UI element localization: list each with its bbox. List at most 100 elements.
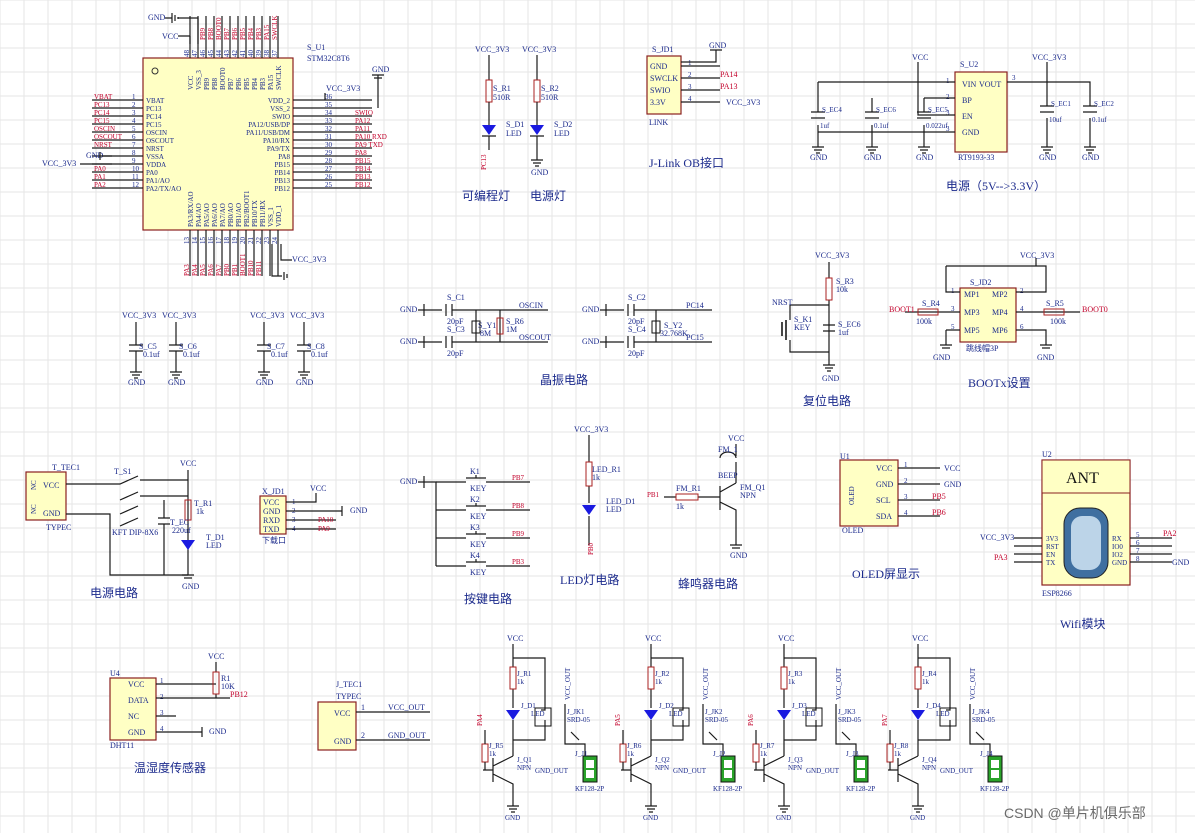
mcu-bottom-pin-num: 16 (207, 237, 215, 245)
oled-pin-num: 2 (904, 477, 908, 485)
ledd1-led (582, 505, 596, 515)
jlink-pin-name: SWIO (650, 86, 671, 95)
ttec1-ref: T_TEC1 (52, 463, 80, 472)
boot-block: VCC_3V3 S_JD2 MP11 MP2 2MP33 MP4 4MP55 MP6 6 S… (889, 251, 1108, 390)
relay-k-value: SRD-05 (567, 716, 590, 724)
wifi-vcc: VCC_3V3 (980, 533, 1014, 542)
xjd1-sub: 下载口 (262, 535, 286, 545)
relay-rb-ref: J_R5 (489, 742, 504, 750)
mcu-top-pin-name: VCC (187, 75, 195, 90)
mcu-right-pin-num: 25 (325, 181, 333, 189)
relay-terminal-slot (586, 770, 594, 778)
mcu-left-pin-num: 12 (132, 181, 140, 189)
reg-out-name: VOUT (979, 80, 1001, 89)
net-oscin: OSCIN (519, 301, 543, 310)
relay-gnd-out: GND_OUT (673, 767, 707, 775)
reg-cap-value: 0.022uf (926, 122, 948, 130)
oled-pin-net: GND (944, 480, 962, 489)
relay-r-ref: J_R2 (655, 670, 670, 678)
relay-rb-ref: J_R6 (627, 742, 642, 750)
decoup-value: 0.1uf (271, 350, 288, 359)
relay-j-ref: J_J3 (846, 750, 859, 758)
oled-pin-num: 1 (904, 461, 908, 469)
jlink-pin-name: GND (650, 62, 668, 71)
mcu-right-pin-net: PA9 TXD (355, 141, 383, 149)
ttec1-pin-gnd: GND (43, 509, 61, 518)
r4-value: 100k (916, 317, 932, 326)
d1-value: LED (506, 129, 522, 138)
uart-block: X_JD1 VCC 1GND 2RXD 3 PA10TXD 4 PA9 下载口 VCC GN… (259, 484, 368, 545)
oled-pin-net: PB6 (932, 508, 946, 517)
r5-value: 100k (1050, 317, 1066, 326)
mcu-left-pin-name: PC13 (146, 105, 162, 113)
tpower-gnd-label: GND (182, 582, 200, 591)
relay-wires (783, 644, 817, 756)
r1-value: 510R (493, 93, 511, 102)
r6-value: 1M (506, 325, 517, 334)
reset-gnd-label: GND (822, 374, 840, 383)
reg-out-net: VCC_3V3 (1032, 53, 1066, 62)
jlink-block: S_JD1 GND 1 SWCLK 2 PA14 SWIO 3 PA13 3.3V 4 VCC_3V… (646, 41, 760, 170)
wifi-block: U2 ANT 3V3RSTENTX RX 5 IO0 6 IO2 7 GND 8 ESP8266… (980, 450, 1190, 631)
reg-cap-ref: S_EC6 (876, 106, 896, 114)
mcu-top-pin-net: BOOT0 (215, 17, 223, 40)
status-leds: VCC_3V3 VCC_3V3 S_R1 510R S_R2 510R S_D1… (462, 45, 572, 203)
reg-cap-value: 1uf (820, 122, 830, 130)
relay-rb-value: 1k (489, 750, 497, 758)
dht-pin-name: DATA (128, 696, 149, 705)
mcu-top-pin-name: PA15 (267, 74, 275, 90)
relay-d-ref: J_D2 (659, 702, 674, 710)
relay-channel: VCCJ_R41kJ_D4LED J_JK4SRD-05VCC_OUTJ_J4KF… (881, 634, 1009, 822)
mcu-top-pin-num: 38 (263, 50, 271, 58)
boot-pin-name: MP6 (992, 326, 1008, 335)
mcu-left-pin-net: PC14 (94, 109, 110, 117)
mcu-top-pin-num: 47 (191, 50, 199, 58)
mcu-top-pin-name: PB4 (251, 77, 259, 90)
relay-rb-body (619, 743, 627, 763)
mcu-bottom-pin-num: 13 (183, 237, 191, 245)
mcu-bottom-pin-net: PA5 (199, 264, 207, 276)
wifi-left-pin: RST (1046, 543, 1060, 551)
mcu-vcc-label: VCC (162, 32, 178, 41)
boot-gnd2: GND (1037, 353, 1055, 362)
boot-pin-name: MP2 (992, 290, 1008, 299)
mcu-right-pin-name: SWIO (272, 113, 290, 121)
mcu-top-pin-net: PA15 (263, 24, 271, 40)
mcu-left-pin-name: PA1/AO (146, 177, 170, 185)
mcu-right-pin-net: SWIO (355, 109, 373, 117)
relay-ctrl-net: PA5 (614, 714, 622, 726)
key-value: KEY (470, 568, 487, 577)
key-value: KEY (470, 484, 487, 493)
wifi-right-pin: IO0 (1112, 543, 1123, 551)
boot-top-wire (945, 258, 1047, 293)
buzzer-gnd-label: GND (730, 551, 748, 560)
relay-vcc-out: VCC_OUT (702, 667, 710, 700)
d1-ref: S_D1 (506, 120, 524, 129)
mcu-vdd1-net: VCC_3V3 (292, 255, 326, 264)
relay-npn (621, 755, 652, 806)
uart-pin-net: PA9 (318, 525, 330, 533)
jtec1-net1: VCC_OUT (388, 703, 425, 712)
jlink-pin-name: 3.3V (650, 98, 666, 107)
title-boot: BOOTx设置 (968, 376, 1031, 390)
jlink-pin-num: 1 (688, 59, 692, 67)
net-boot1: BOOT1 (889, 305, 915, 314)
fm1-sub: BEEP (718, 471, 738, 480)
relay-r-ref: J_R1 (517, 670, 532, 678)
d2-led-symbol (530, 125, 544, 135)
mcu-left-pin-num: 4 (132, 117, 136, 125)
fmr1-value: 1k (676, 502, 684, 511)
dht-sub: DHT11 (110, 741, 134, 750)
mcu-top-pin-num: 40 (247, 50, 255, 58)
relay-k-ref: J_JK4 (972, 708, 990, 716)
mcu-part: STM32C8T6 (307, 54, 350, 63)
reg-ref: S_U2 (960, 60, 978, 69)
reg-cap-gnd-label: GND (810, 153, 828, 162)
relay-k-value: SRD-05 (838, 716, 861, 724)
mcu-right-pin-net: PB13 (355, 173, 371, 181)
relay-q-value: NPN (517, 764, 531, 772)
relays-block: VCCJ_R11kJ_D1LED J_JK1SRD-05VCC_OUTJ_J1KF… (476, 634, 1009, 822)
ledc-vcc: VCC_3V3 (574, 425, 608, 434)
mcu-bottom-pin-net: PB11 (255, 260, 263, 276)
relay-gnd-out: GND_OUT (806, 767, 840, 775)
